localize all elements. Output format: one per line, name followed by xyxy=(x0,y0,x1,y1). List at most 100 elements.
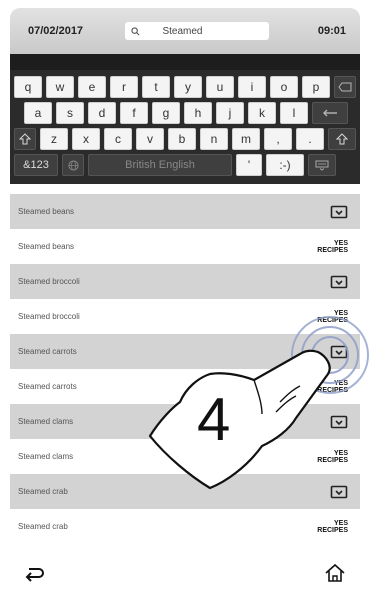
recipe-name: Steamed broccoli xyxy=(18,312,80,321)
list-item[interactable]: Steamed carrots xyxy=(10,334,360,369)
key-comma[interactable]: , xyxy=(264,128,292,150)
logo-line-1: YES xyxy=(333,309,348,317)
logo-line-2: RECIPES xyxy=(317,386,348,394)
yes-recipes-logo: YES RECIPES xyxy=(317,240,348,254)
key-g[interactable]: g xyxy=(152,102,180,124)
clock-label: 09:01 xyxy=(317,25,346,37)
key-z[interactable]: z xyxy=(40,128,68,150)
recipe-name: Steamed carrots xyxy=(18,347,77,356)
key-apostrophe[interactable]: ' xyxy=(236,154,262,176)
key-period[interactable]: . xyxy=(296,128,324,150)
keyboard-hide-icon xyxy=(315,160,329,171)
key-s[interactable]: s xyxy=(56,102,84,124)
logo-line-2: RECIPES xyxy=(317,246,348,254)
emoticon-key[interactable]: :-) xyxy=(266,154,304,176)
key-b[interactable]: b xyxy=(168,128,196,150)
key-h[interactable]: h xyxy=(184,102,212,124)
recipe-name: Steamed beans xyxy=(18,207,75,216)
symbols-key[interactable]: &123 xyxy=(14,154,58,176)
recipe-name: Steamed clams xyxy=(18,452,74,461)
key-c[interactable]: c xyxy=(104,128,132,150)
shift-key-left[interactable] xyxy=(14,128,36,150)
space-key[interactable]: British English xyxy=(88,154,232,176)
key-l[interactable]: l xyxy=(280,102,308,124)
key-i[interactable]: i xyxy=(238,76,266,98)
search-results-list: Steamed beans Steamed beans YES RECIPES … xyxy=(10,194,360,544)
enter-key[interactable] xyxy=(312,102,348,124)
key-n[interactable]: n xyxy=(200,128,228,150)
list-item[interactable]: Steamed carrots YES RECIPES xyxy=(10,369,360,404)
keyboard-top-band xyxy=(10,54,360,70)
yes-recipes-logo: YES RECIPES xyxy=(317,520,348,534)
list-item[interactable]: Steamed broccoli xyxy=(10,264,360,299)
key-e[interactable]: e xyxy=(78,76,106,98)
list-item[interactable]: Steamed clams xyxy=(10,404,360,439)
recipe-name: Steamed crab xyxy=(18,487,68,496)
logo-line-1: YES xyxy=(333,239,348,247)
key-t[interactable]: t xyxy=(142,76,170,98)
recipe-name: Steamed beans xyxy=(18,242,75,251)
recipe-name: Steamed carrots xyxy=(18,382,77,391)
on-screen-keyboard: q w e r t y u i o p a s d f g h j k l z … xyxy=(10,70,360,184)
key-x[interactable]: x xyxy=(72,128,100,150)
list-item[interactable]: Steamed clams YES RECIPES xyxy=(10,439,360,474)
enter-arrow-icon xyxy=(323,109,337,117)
search-icon xyxy=(131,26,140,35)
list-item[interactable]: Steamed broccoli YES RECIPES xyxy=(10,299,360,334)
key-r[interactable]: r xyxy=(110,76,138,98)
date-label: 07/02/2017 xyxy=(28,25,84,37)
keyboard-row-4: &123 British English ' :-) xyxy=(14,154,356,176)
home-icon[interactable] xyxy=(324,563,346,583)
key-q[interactable]: q xyxy=(14,76,42,98)
key-w[interactable]: w xyxy=(46,76,74,98)
yes-recipes-logo: YES RECIPES xyxy=(317,450,348,464)
shift-icon xyxy=(19,133,31,145)
backspace-icon xyxy=(338,82,352,92)
key-j[interactable]: j xyxy=(216,102,244,124)
list-item[interactable]: Steamed beans YES RECIPES xyxy=(10,229,360,264)
list-item[interactable]: Steamed beans xyxy=(10,194,360,229)
key-v[interactable]: v xyxy=(136,128,164,150)
key-a[interactable]: a xyxy=(24,102,52,124)
globe-key[interactable] xyxy=(62,154,84,176)
key-d[interactable]: d xyxy=(88,102,116,124)
keyboard-row-3: z x c v b n m , . xyxy=(14,128,356,150)
key-k[interactable]: k xyxy=(248,102,276,124)
yes-recipes-logo: YES RECIPES xyxy=(317,310,348,324)
keyboard-row-2: a s d f g h j k l xyxy=(14,102,356,124)
recipe-name: Steamed broccoli xyxy=(18,277,80,286)
list-item[interactable]: Steamed crab YES RECIPES xyxy=(10,509,360,544)
key-f[interactable]: f xyxy=(120,102,148,124)
globe-icon xyxy=(67,159,79,171)
list-item[interactable]: Steamed crab xyxy=(10,474,360,509)
logo-line-1: YES xyxy=(333,379,348,387)
recipe-name: Steamed crab xyxy=(18,522,68,531)
backspace-key[interactable] xyxy=(334,76,356,98)
logo-line-1: YES xyxy=(333,519,348,527)
tray-icon[interactable] xyxy=(330,275,348,289)
key-p[interactable]: p xyxy=(302,76,330,98)
shift-icon xyxy=(336,133,348,145)
logo-line-2: RECIPES xyxy=(317,316,348,324)
tray-icon[interactable] xyxy=(330,415,348,429)
key-u[interactable]: u xyxy=(206,76,234,98)
tray-icon[interactable] xyxy=(330,205,348,219)
tray-icon[interactable] xyxy=(330,485,348,499)
recipe-name: Steamed clams xyxy=(18,417,74,426)
tray-icon[interactable] xyxy=(330,345,348,359)
back-icon[interactable] xyxy=(24,563,46,583)
bottom-navigation xyxy=(10,545,360,600)
key-o[interactable]: o xyxy=(270,76,298,98)
logo-line-2: RECIPES xyxy=(317,456,348,464)
status-bar: 07/02/2017 09:01 xyxy=(10,8,360,54)
key-y[interactable]: y xyxy=(174,76,202,98)
search-input[interactable] xyxy=(162,25,263,37)
yes-recipes-logo: YES RECIPES xyxy=(317,380,348,394)
keyboard-row-1: q w e r t y u i o p xyxy=(14,76,356,98)
logo-line-2: RECIPES xyxy=(317,526,348,534)
keyboard-hide-key[interactable] xyxy=(308,154,336,176)
shift-key-right[interactable] xyxy=(328,128,356,150)
search-field[interactable] xyxy=(125,22,270,40)
logo-line-1: YES xyxy=(333,449,348,457)
key-m[interactable]: m xyxy=(232,128,260,150)
